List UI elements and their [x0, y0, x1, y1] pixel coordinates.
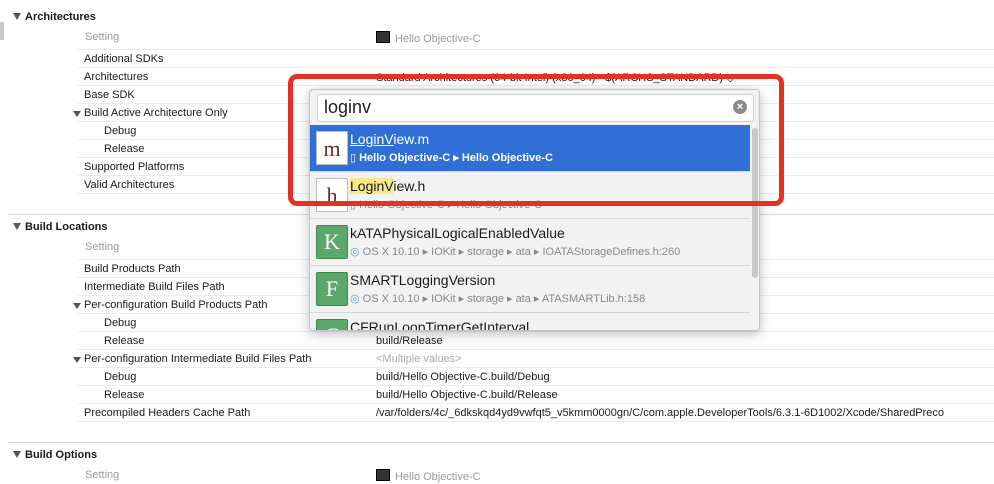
section-architectures[interactable]: Architectures — [0, 8, 994, 28]
setting-column-label: Setting — [85, 469, 120, 481]
disclosure-triangle-icon[interactable] — [13, 223, 21, 230]
result-item[interactable]: F SMARTLoggingVersion ◎ OS X 10.10 ▸ IOK… — [310, 266, 750, 312]
setting-name: Release — [104, 143, 145, 155]
target-column-label: Hello Objective-C — [376, 31, 481, 45]
section-title: Architectures — [25, 11, 96, 23]
disclosure-triangle-icon[interactable] — [73, 357, 81, 363]
function-symbol-icon: C — [316, 319, 348, 330]
setting-value[interactable]: <Multiple values> — [376, 353, 462, 365]
result-title: SMARTLoggingVersion — [350, 272, 496, 288]
setting-column-label: Setting — [85, 241, 120, 253]
target-icon — [376, 469, 390, 481]
setting-name: Precompiled Headers Cache Path — [84, 407, 251, 419]
setting-value[interactable]: /var/folders/4c/_6dkskqd4yd9vwfqt5_v5kmm… — [376, 407, 944, 419]
setting-value[interactable]: build/Release — [376, 335, 443, 347]
section-title: Build Locations — [25, 221, 108, 233]
setting-row[interactable]: Additional SDKs — [0, 50, 994, 68]
target-icon — [376, 31, 390, 43]
setting-name: Build Active Architecture Only — [84, 107, 228, 119]
setting-column-label: Setting — [85, 31, 120, 43]
disclosure-triangle-icon[interactable] — [73, 303, 81, 309]
setting-name: Release — [104, 335, 145, 347]
setting-name: Per-configuration Intermediate Build Fil… — [84, 353, 312, 365]
setting-row[interactable]: Debug build/Hello Objective-C.build/Debug — [0, 368, 994, 386]
setting-name: Base SDK — [84, 89, 135, 101]
column-header-row: Setting Hello Objective-C — [0, 28, 994, 46]
result-item[interactable]: C CFRunLoopTimerGetInterval — [310, 313, 750, 331]
annotation-highlight-box — [288, 74, 784, 206]
result-title: CFRunLoopTimerGetInterval — [350, 319, 530, 331]
column-header-row: Setting Hello Objective-C — [0, 466, 994, 484]
setting-name: Debug — [104, 317, 137, 329]
setting-row[interactable]: Precompiled Headers Cache Path/var/folde… — [0, 404, 994, 422]
target-column-label: Hello Objective-C — [376, 469, 481, 483]
setting-row[interactable]: Release build/Release — [0, 332, 994, 350]
function-symbol-icon: F — [316, 272, 348, 306]
sdk-icon: ◎ — [350, 293, 363, 305]
setting-name: Debug — [104, 125, 137, 137]
sdk-icon: ◎ — [350, 246, 363, 258]
setting-name: Additional SDKs — [84, 53, 164, 65]
setting-name: Architectures — [84, 71, 149, 83]
section-title: Build Options — [25, 449, 98, 461]
setting-name: Debug — [104, 371, 137, 383]
setting-name: Intermediate Build Files Path — [84, 281, 225, 293]
setting-name: Valid Architectures — [84, 179, 175, 191]
setting-name: Per-configuration Build Products Path — [84, 299, 268, 311]
setting-value[interactable]: build/Hello Objective-C.build/Debug — [376, 371, 550, 383]
result-path: ◎ OS X 10.10 ▸ IOKit ▸ storage ▸ ata ▸ I… — [350, 246, 681, 258]
constant-symbol-icon: K — [316, 225, 348, 259]
setting-name: Release — [104, 389, 145, 401]
result-item[interactable]: K kATAPhysicalLogicalEnabledValue ◎ OS X… — [310, 219, 750, 265]
setting-name: Supported Platforms — [84, 161, 185, 173]
result-path: ◎ OS X 10.10 ▸ IOKit ▸ storage ▸ ata ▸ A… — [350, 293, 646, 305]
disclosure-triangle-icon[interactable] — [73, 111, 81, 117]
disclosure-triangle-icon[interactable] — [13, 451, 21, 458]
result-title: kATAPhysicalLogicalEnabledValue — [350, 225, 565, 241]
setting-name: Build Products Path — [84, 263, 181, 275]
section-build-options[interactable]: Build Options — [0, 446, 994, 466]
setting-value[interactable]: build/Hello Objective-C.build/Release — [376, 389, 558, 401]
disclosure-triangle-icon[interactable] — [13, 13, 21, 20]
setting-row[interactable]: Release build/Hello Objective-C.build/Rel… — [0, 386, 994, 404]
setting-row[interactable]: Per-configuration Intermediate Build Fil… — [0, 350, 994, 368]
